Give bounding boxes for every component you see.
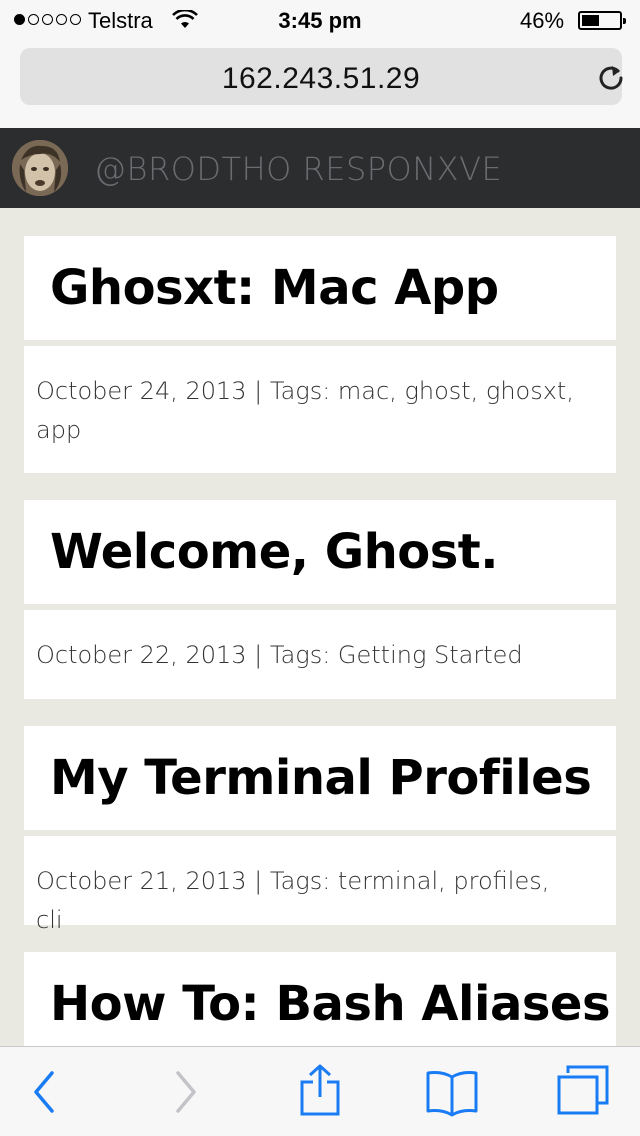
post-meta-card: October 22, 2013 | Tags: Getting Started <box>24 610 616 699</box>
share-icon[interactable] <box>298 1063 342 1117</box>
post-title[interactable]: Ghosxt: Mac App <box>50 260 499 316</box>
post-title[interactable]: How To: Bash Aliases <box>50 976 611 1032</box>
site-title[interactable]: @BRODTHO RESPONXVE <box>94 150 502 188</box>
post-title[interactable]: My Terminal Profiles <box>50 750 592 806</box>
back-icon[interactable] <box>28 1069 60 1115</box>
address-bar[interactable]: 162.243.51.29 <box>20 48 623 105</box>
post-title-card[interactable]: My Terminal Profiles <box>24 726 616 830</box>
post-title[interactable]: Welcome, Ghost. <box>50 524 498 580</box>
post-meta-text: October 22, 2013 | Tags: Getting Started <box>36 641 523 669</box>
status-bar: Telstra 3:45 pm 46% <box>0 0 640 40</box>
tabs-icon[interactable] <box>556 1065 610 1115</box>
post-meta-text: October 24, 2013 | Tags: mac, ghost, gho… <box>36 377 574 444</box>
avatar[interactable] <box>12 140 68 196</box>
site-header: @BRODTHO RESPONXVE <box>0 128 640 208</box>
battery-icon <box>578 11 626 30</box>
post-meta-text: October 21, 2013 | Tags: terminal, profi… <box>36 867 550 934</box>
url-text[interactable]: 162.243.51.29 <box>20 62 622 96</box>
reload-icon[interactable] <box>596 62 626 92</box>
bookmarks-icon[interactable] <box>424 1069 480 1117</box>
battery-percentage: 46% <box>520 8 565 33</box>
post-title-card[interactable]: Ghosxt: Mac App <box>24 236 616 340</box>
forward-icon[interactable] <box>170 1069 202 1115</box>
browser-toolbar <box>0 1046 640 1136</box>
post-meta-card: October 21, 2013 | Tags: terminal, profi… <box>24 836 616 934</box>
browser-address-area: 162.243.51.29 <box>0 40 640 128</box>
post-meta-card: October 24, 2013 | Tags: mac, ghost, gho… <box>24 346 616 473</box>
post-title-card[interactable]: How To: Bash Aliases <box>24 952 616 1056</box>
post-title-card[interactable]: Welcome, Ghost. <box>24 500 616 604</box>
